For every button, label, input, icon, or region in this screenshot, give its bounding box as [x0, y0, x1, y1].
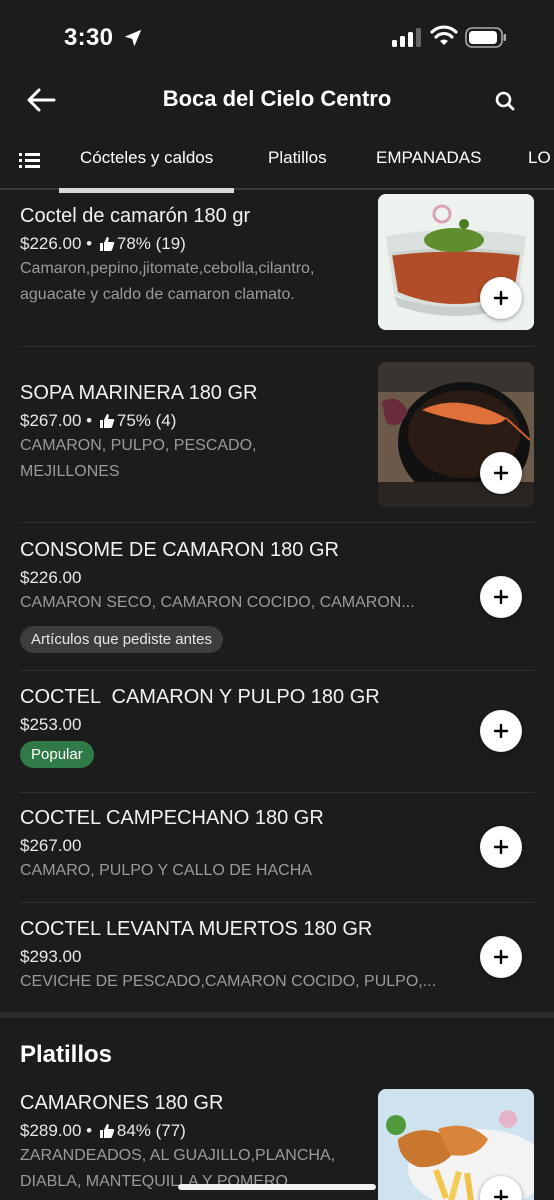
tab-partial[interactable]: LO	[528, 148, 551, 168]
item-name: COCTEL CAMARON Y PULPO 180 GR	[20, 686, 380, 708]
section-title: Platillos	[20, 1041, 113, 1068]
plus-icon	[493, 723, 509, 739]
status-bar: 3:30	[0, 0, 554, 78]
menu-item[interactable]: COCTEL LEVANTA MUERTOS 180 GR $293.00 CE…	[20, 918, 534, 1008]
item-description: CEVICHE DE PESCADO,CAMARON COCIDO, PULPO…	[20, 973, 437, 990]
home-indicator[interactable]	[178, 1184, 376, 1190]
item-price-rating: $267.00	[20, 836, 534, 856]
category-list-icon[interactable]	[18, 148, 42, 172]
item-price-rating: $293.00	[20, 947, 534, 967]
item-rating: 84% (77)	[116, 1121, 186, 1140]
battery-icon	[465, 27, 506, 48]
item-price: $226.00	[20, 234, 82, 253]
plus-icon	[493, 589, 509, 605]
plus-icon	[493, 465, 509, 481]
add-button[interactable]	[480, 452, 522, 494]
item-name: COCTEL LEVANTA MUERTOS 180 GR	[20, 918, 373, 940]
add-button[interactable]	[480, 710, 522, 752]
menu-item[interactable]: COCTEL CAMPECHANO 180 GR $267.00 CAMARO,…	[20, 807, 534, 903]
tab-empanadas[interactable]: EMPANADAS	[376, 148, 482, 168]
separator-dot: •	[81, 1121, 97, 1140]
item-price-rating: $226.00	[20, 568, 534, 588]
store-title: Boca del Cielo Centro	[162, 86, 392, 111]
search-icon	[495, 91, 515, 111]
top-navigation-bar: Boca del Cielo Centro	[0, 78, 554, 120]
item-price: $267.00	[20, 836, 82, 855]
thumbs-up-icon	[99, 237, 115, 251]
item-rating: 78% (19)	[116, 234, 186, 253]
previously-ordered-badge: Artículos que pediste antes	[20, 626, 223, 653]
plus-icon	[493, 1189, 509, 1200]
plus-icon	[493, 290, 509, 306]
thumbs-up-icon	[99, 414, 115, 428]
item-description: CAMARON SECO, CAMARON COCIDO, CAMARON...	[20, 594, 415, 611]
cellular-signal-icon	[392, 28, 421, 47]
item-name: COCTEL CAMPECHANO 180 GR	[20, 807, 324, 829]
item-rating: 75% (4)	[116, 411, 177, 430]
item-description: CAMARON, PULPO, PESCADO, MEJILLONES	[20, 437, 257, 480]
search-button[interactable]	[488, 84, 522, 118]
item-price-rating: $253.00	[20, 715, 534, 735]
menu-item[interactable]: CONSOME DE CAMARON 180 GR $226.00 CAMARO…	[20, 539, 534, 671]
item-price: $293.00	[20, 947, 82, 966]
item-description: Camaron,pepino,jitomate,cebolla,cilantro…	[20, 260, 315, 303]
section-divider	[0, 1012, 554, 1018]
menu-item[interactable]: COCTEL CAMARON Y PULPO 180 GR $253.00 Po…	[20, 686, 534, 793]
add-button[interactable]	[480, 936, 522, 978]
item-price: $289.00	[20, 1121, 82, 1140]
item-price: $253.00	[20, 715, 82, 734]
item-name: CONSOME DE CAMARON 180 GR	[20, 539, 339, 561]
wifi-icon	[430, 25, 458, 45]
status-time: 3:30	[64, 24, 114, 51]
item-price: $267.00	[20, 411, 82, 430]
popular-badge: Popular	[20, 741, 94, 768]
add-button[interactable]	[480, 277, 522, 319]
separator-dot: •	[81, 234, 97, 253]
tab-platillos[interactable]: Platillos	[268, 148, 327, 168]
tab-cocteles-y-caldos[interactable]: Cócteles y caldos	[58, 148, 235, 193]
separator-dot: •	[81, 411, 97, 430]
add-button[interactable]	[480, 826, 522, 868]
thumbs-up-icon	[99, 1124, 115, 1138]
plus-icon	[493, 949, 509, 965]
item-description: CAMARO, PULPO Y CALLO DE HACHA	[20, 862, 312, 879]
plus-icon	[493, 839, 509, 855]
add-button[interactable]	[480, 576, 522, 618]
item-price: $226.00	[20, 568, 82, 587]
category-tabs: Cócteles y caldos Platillos EMPANADAS LO	[0, 130, 554, 193]
location-arrow-icon	[124, 29, 142, 47]
